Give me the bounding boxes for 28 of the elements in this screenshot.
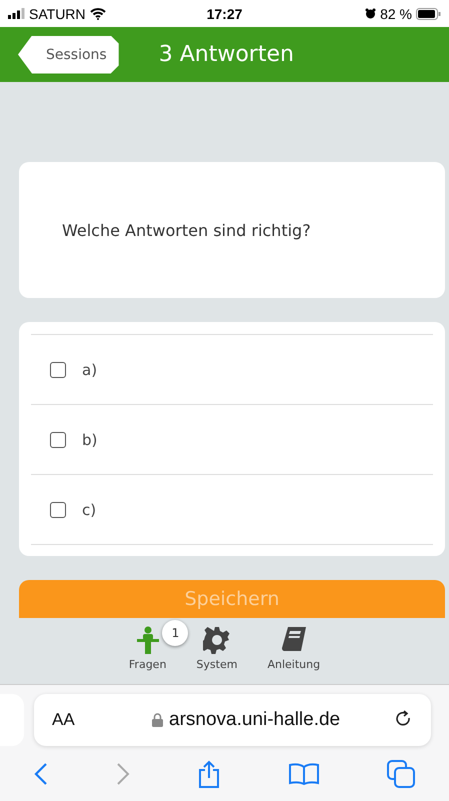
battery-percentage: 82 % [380, 6, 412, 22]
answer-label[interactable]: c) [82, 500, 96, 518]
book-icon[interactable] [288, 762, 319, 784]
url-text: arsnova.uni-halle.de [169, 709, 340, 731]
page-title: 3 Antworten [158, 42, 294, 67]
tab-item[interactable]: Fragen 1 [124, 618, 188, 684]
count-badge: 1 [162, 620, 188, 646]
settings-icon [202, 626, 231, 654]
share-icon[interactable] [198, 760, 220, 788]
question-text: Welche Antworten sind richtig? [62, 220, 311, 240]
text-size-button[interactable]: AA [52, 710, 142, 730]
book-icon [280, 626, 307, 654]
signal-icon [8, 8, 25, 19]
checkbox[interactable] [50, 432, 66, 448]
back-button[interactable]: Sessions [18, 36, 119, 74]
tab-item[interactable]: Anleitung [263, 618, 324, 684]
answer-label[interactable]: b) [82, 430, 98, 448]
answer-label[interactable]: a) [82, 360, 98, 378]
checkbox[interactable] [50, 502, 66, 518]
battery-icon [416, 8, 441, 20]
tabs-icon[interactable] [386, 760, 415, 788]
carrier-name: SATURN [29, 6, 86, 22]
lock-icon [152, 713, 163, 727]
tab-item[interactable]: System [192, 618, 242, 684]
address-bar[interactable]: AA arsnova.uni-halle.de [34, 694, 431, 746]
clock-time: 17:27 [206, 6, 242, 22]
checkbox[interactable] [50, 362, 66, 378]
wifi-icon [90, 8, 106, 20]
